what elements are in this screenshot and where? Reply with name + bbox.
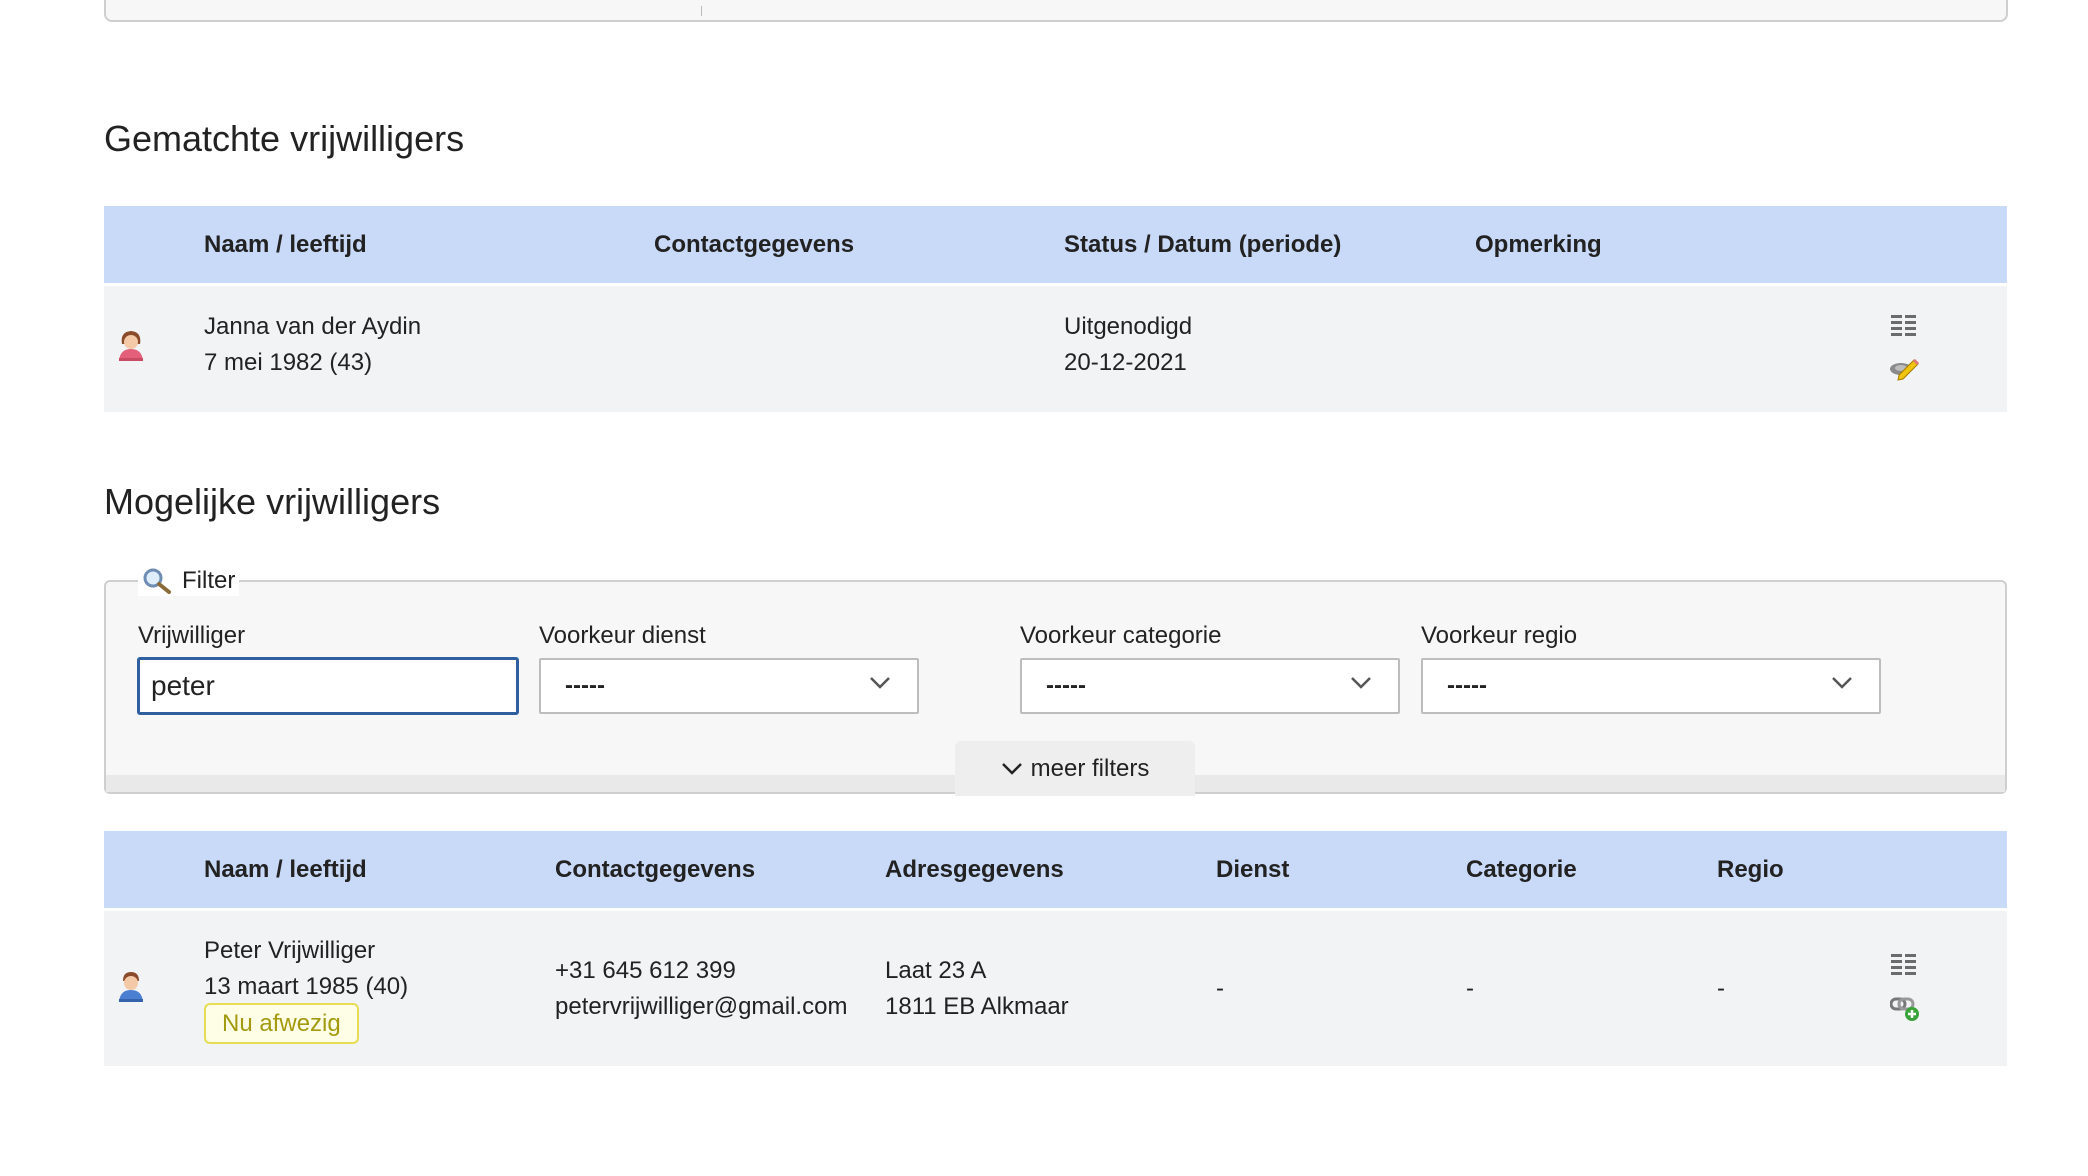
volunteer-search-input[interactable] xyxy=(137,657,519,715)
volunteer-phone: +31 645 612 399 xyxy=(555,957,736,984)
divider-tick xyxy=(701,6,702,16)
previous-panel-bottom xyxy=(104,0,2008,22)
header-category: Categorie xyxy=(1466,856,1577,883)
header-name-age: Naam / leeftijd xyxy=(204,231,367,258)
filter-legend-label: Filter xyxy=(182,567,236,594)
matched-table-header: Naam / leeftijd Contactgegevens Status /… xyxy=(104,206,2007,283)
chevron-down-icon xyxy=(1832,677,1852,689)
filter-legend: Filter xyxy=(138,566,240,596)
match-date: 20-12-2021 xyxy=(1064,349,1187,376)
header-region: Regio xyxy=(1717,856,1784,883)
chevron-down-icon xyxy=(1351,677,1371,689)
chevron-down-icon xyxy=(1001,762,1022,775)
magnifier-icon xyxy=(143,568,171,594)
male-user-icon xyxy=(119,972,143,1002)
female-user-icon xyxy=(119,331,143,361)
table-row[interactable]: Janna van der Aydin 7 mei 1982 (43) Uitg… xyxy=(104,283,2007,412)
volunteer-category: - xyxy=(1466,975,1474,1002)
volunteer-email: petervrijwilliger@gmail.com xyxy=(555,993,848,1020)
volunteer-birthdate-age: 13 maart 1985 (40) xyxy=(204,973,409,1000)
category-select-value: ----- xyxy=(1046,672,1086,699)
details-list-icon[interactable] xyxy=(1891,954,1917,976)
region-filter-label: Voorkeur regio xyxy=(1421,622,1578,649)
details-list-icon[interactable] xyxy=(1891,315,1917,337)
region-select[interactable]: ----- xyxy=(1421,658,1881,714)
possible-table-header: Naam / leeftijd Contactgegevens Adresgeg… xyxy=(104,831,2007,908)
volunteer-city: 1811 EB Alkmaar xyxy=(885,993,1069,1020)
add-link-icon[interactable] xyxy=(1890,995,1922,1023)
header-address: Adresgegevens xyxy=(885,856,1064,883)
status-badge: Nu afwezig xyxy=(204,1003,359,1044)
more-filters-toggle[interactable]: meer filters xyxy=(955,741,1195,796)
service-select-value: ----- xyxy=(565,672,605,699)
volunteer-region: - xyxy=(1717,975,1725,1002)
region-select-value: ----- xyxy=(1447,672,1487,699)
header-remark: Opmerking xyxy=(1475,231,1602,258)
possible-volunteers-title: Mogelijke vrijwilligers xyxy=(104,481,441,522)
match-status: Uitgenodigd xyxy=(1064,313,1193,340)
volunteer-filter-label: Vrijwilliger xyxy=(138,622,246,649)
volunteer-birthdate-age: 7 mei 1982 (43) xyxy=(204,349,373,376)
volunteer-service: - xyxy=(1216,975,1224,1002)
header-name-age: Naam / leeftijd xyxy=(204,856,367,883)
header-contact: Contactgegevens xyxy=(654,231,855,258)
table-row[interactable]: Peter Vrijwilliger 13 maart 1985 (40) +3… xyxy=(104,908,2007,1066)
header-contact: Contactgegevens xyxy=(555,856,756,883)
header-service: Dienst xyxy=(1216,856,1290,883)
service-select[interactable]: ----- xyxy=(539,658,919,714)
more-filters-label: meer filters xyxy=(1030,754,1150,782)
category-filter-label: Voorkeur categorie xyxy=(1020,622,1222,649)
volunteer-name[interactable]: Peter Vrijwilliger xyxy=(204,933,375,969)
category-select[interactable]: ----- xyxy=(1020,658,1400,714)
matched-volunteers-title: Gematchte vrijwilligers xyxy=(104,118,465,159)
edit-pencil-icon[interactable] xyxy=(1888,355,1920,381)
header-status-date: Status / Datum (periode) xyxy=(1064,231,1342,258)
volunteer-name[interactable]: Janna van der Aydin xyxy=(204,309,421,345)
service-filter-label: Voorkeur dienst xyxy=(539,622,706,649)
chevron-down-icon xyxy=(870,677,890,689)
volunteer-street: Laat 23 A xyxy=(885,957,987,984)
